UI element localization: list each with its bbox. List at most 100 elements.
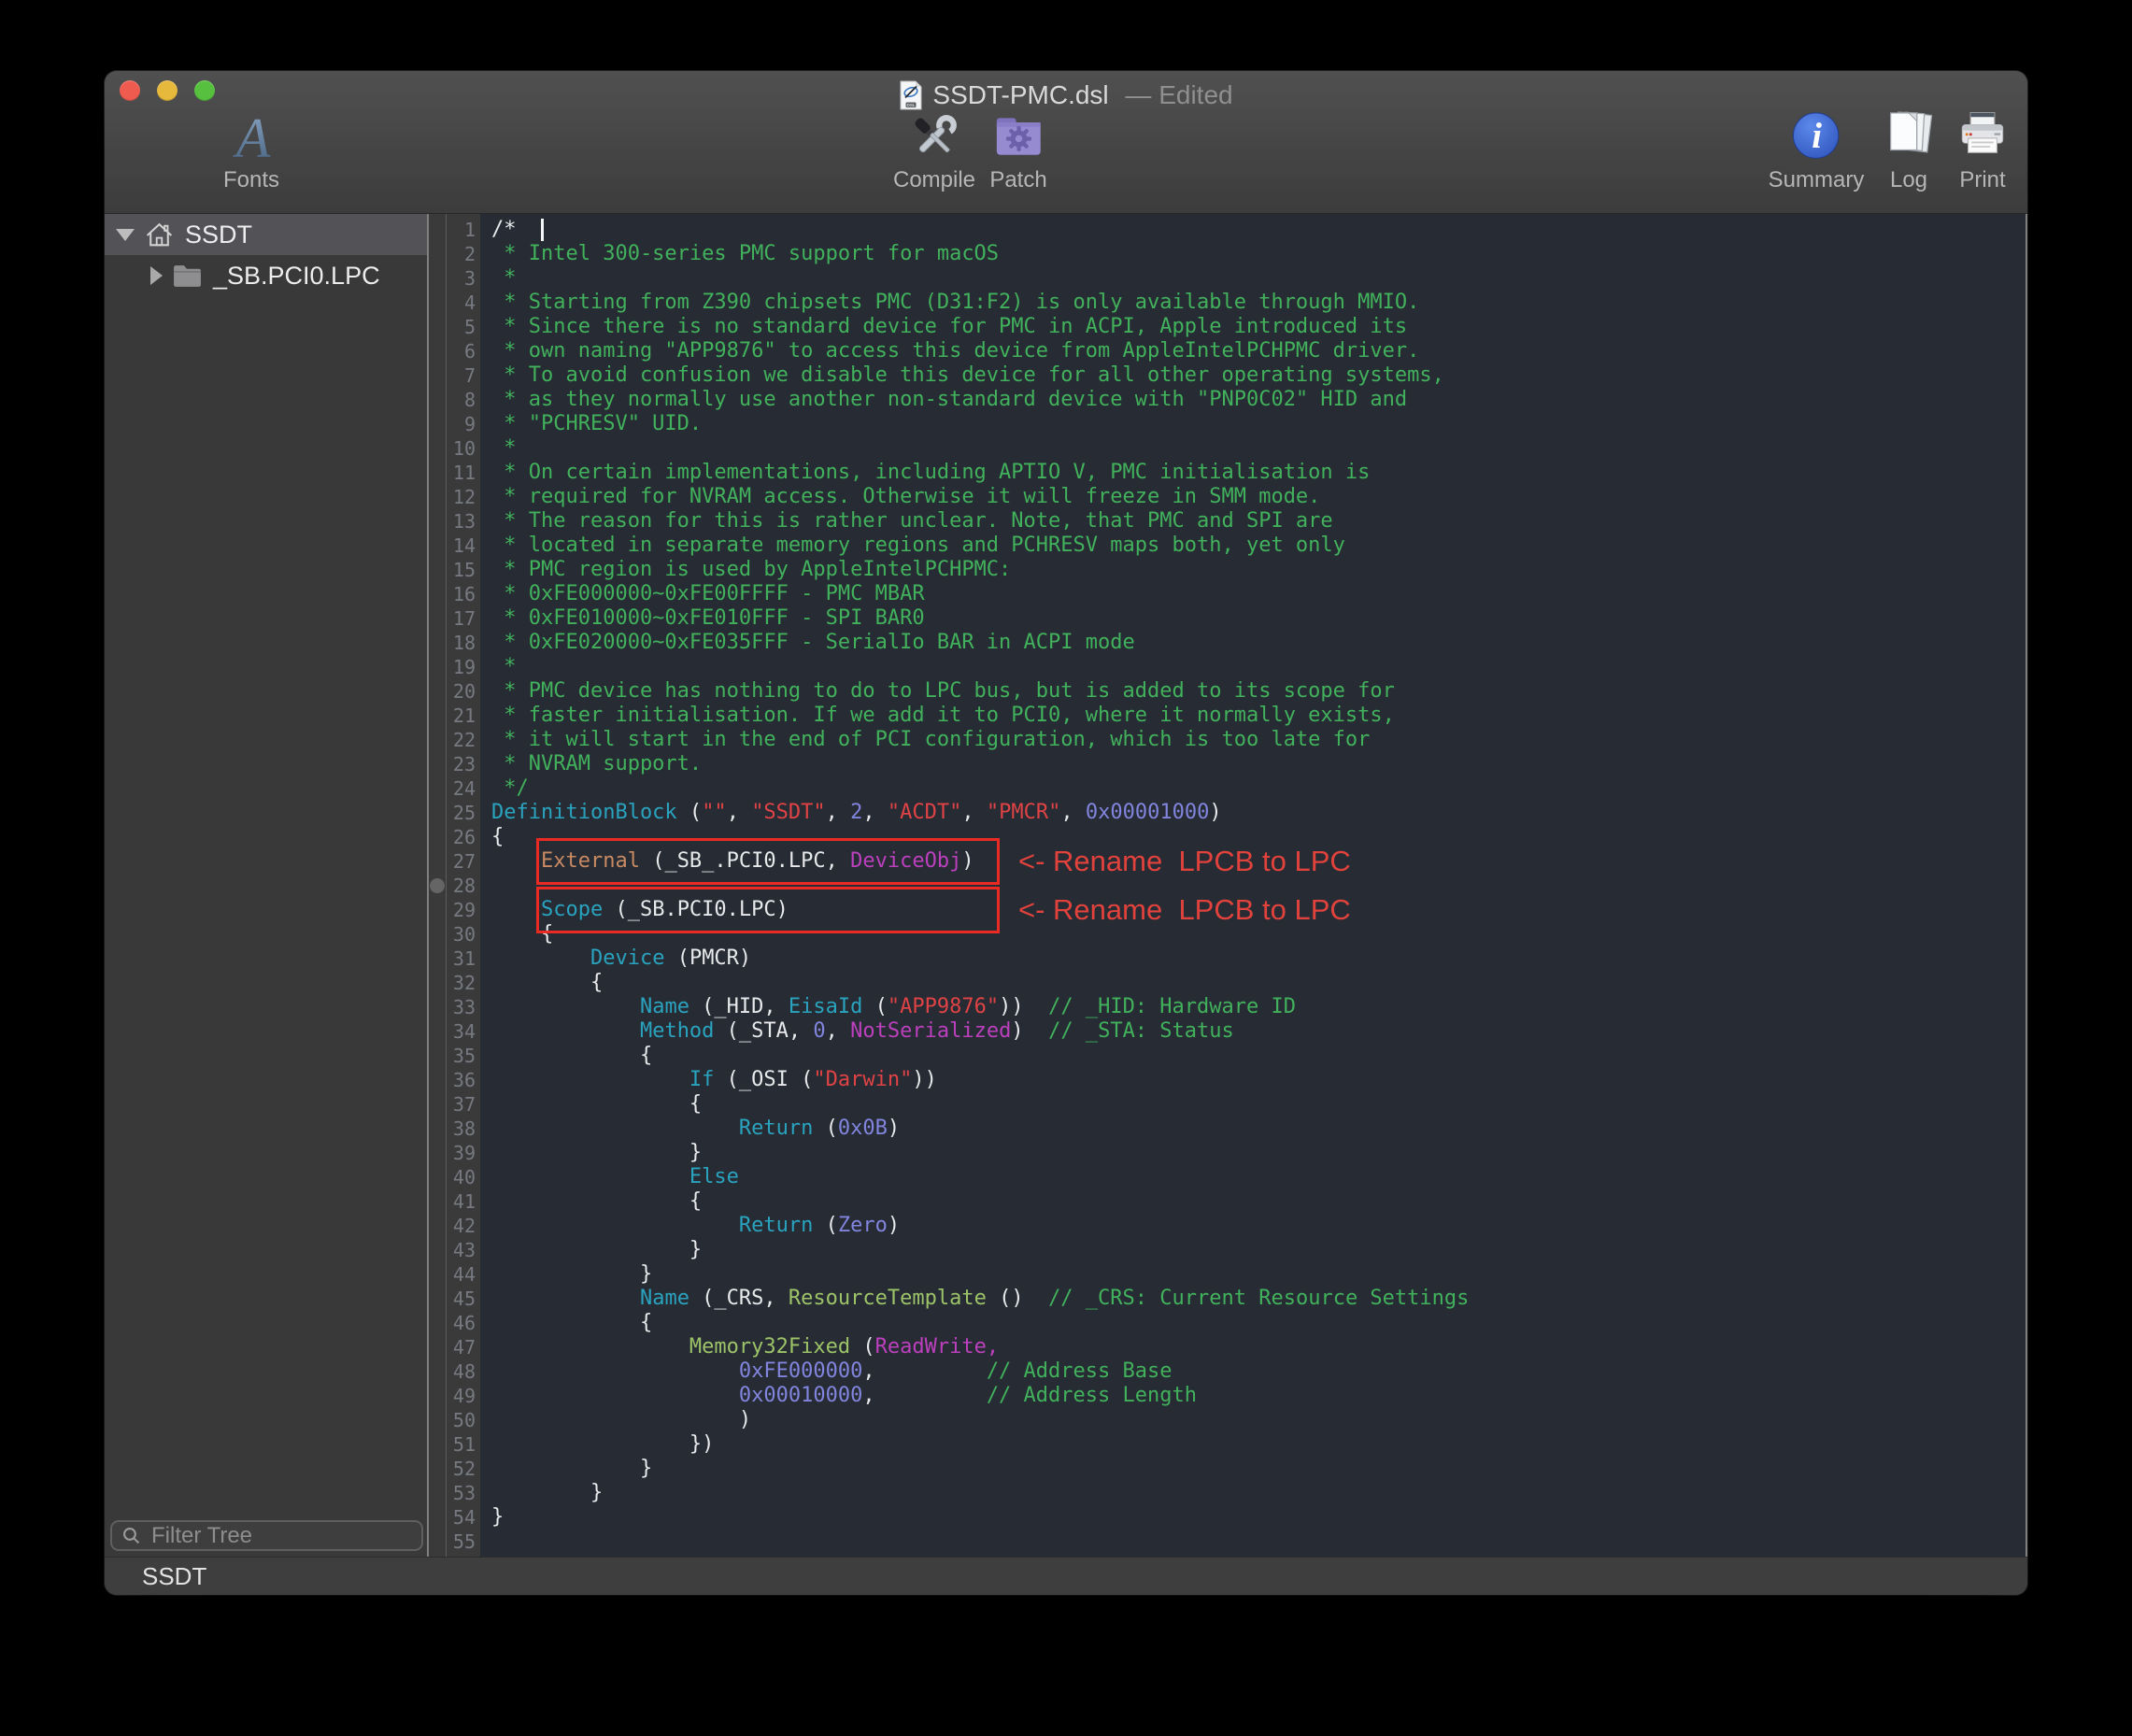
tree-sidebar: SSDT _SB.PCI0.LPC bbox=[105, 214, 427, 1557]
code-line: { bbox=[491, 1092, 2025, 1117]
code-line: } bbox=[491, 1505, 2025, 1530]
line-number: 6 bbox=[447, 339, 480, 363]
disclosure-expanded-icon[interactable] bbox=[116, 229, 135, 241]
code-line: * 0xFE010000~0xFE010FFF - SPI BAR0 bbox=[491, 606, 2025, 631]
code-line: } bbox=[491, 1457, 2025, 1481]
line-number: 8 bbox=[447, 388, 480, 412]
code-line: * PMC region is used by AppleIntelPCHPMC… bbox=[491, 558, 2025, 582]
zoom-button[interactable] bbox=[194, 80, 215, 101]
line-number: 48 bbox=[447, 1359, 480, 1384]
line-number: 28 bbox=[447, 874, 480, 898]
line-number: 35 bbox=[447, 1044, 480, 1068]
title-edited-state: — Edited bbox=[1118, 80, 1233, 110]
sidebar-item-label: SSDT bbox=[185, 221, 252, 249]
search-icon bbox=[121, 1526, 141, 1545]
line-number: 5 bbox=[447, 315, 480, 339]
close-button[interactable] bbox=[120, 80, 140, 101]
line-number: 34 bbox=[447, 1019, 480, 1044]
code-line: * Intel 300-series PMC support for macOS bbox=[491, 242, 2025, 266]
home-icon bbox=[144, 220, 175, 250]
code-line: { bbox=[491, 1311, 2025, 1335]
code-line: ) bbox=[491, 1408, 2025, 1432]
filter-tree-field[interactable] bbox=[110, 1520, 423, 1551]
line-number: 19 bbox=[447, 655, 480, 679]
line-number: 4 bbox=[447, 291, 480, 315]
line-number: 15 bbox=[447, 558, 480, 582]
code-line: * faster initialisation. If we add it to… bbox=[491, 704, 2025, 728]
wrench-screwdriver-icon bbox=[904, 108, 964, 166]
code-line: * On certain implementations, including … bbox=[491, 461, 2025, 485]
line-number: 27 bbox=[447, 849, 480, 874]
minimize-button[interactable] bbox=[157, 80, 178, 101]
line-number: 21 bbox=[447, 704, 480, 728]
code-line: } bbox=[491, 1141, 2025, 1165]
code-line: * bbox=[491, 266, 2025, 291]
print-label: Print bbox=[1959, 168, 2005, 192]
status-scope-label: SSDT bbox=[105, 1562, 206, 1591]
line-number: 31 bbox=[447, 946, 480, 971]
traffic-lights bbox=[120, 80, 215, 101]
patch-label: Patch bbox=[989, 168, 1046, 192]
svg-text:A: A bbox=[233, 110, 271, 164]
code-line: * NVRAM support. bbox=[491, 752, 2025, 776]
line-number: 42 bbox=[447, 1214, 480, 1238]
print-button[interactable]: Print bbox=[1955, 108, 2010, 192]
title-filename: SSDT-PMC.dsl bbox=[932, 80, 1108, 110]
log-button[interactable]: Log bbox=[1882, 108, 1936, 192]
code-line: * PMC device has nothing to do to LPC bu… bbox=[491, 679, 2025, 704]
line-number: 36 bbox=[447, 1068, 480, 1092]
sidebar-item-ssdt[interactable]: SSDT bbox=[105, 214, 427, 255]
line-number: 43 bbox=[447, 1238, 480, 1262]
summary-button[interactable]: i Summary bbox=[1769, 108, 1865, 192]
fonts-button[interactable]: A Fonts bbox=[223, 108, 279, 192]
line-number: 47 bbox=[447, 1335, 480, 1359]
line-number: 29 bbox=[447, 898, 480, 922]
code-area[interactable]: /* * Intel 300-series PMC support for ma… bbox=[480, 214, 2025, 1557]
code-line: Name (_HID, EisaId ("APP9876")) // _HID:… bbox=[491, 995, 2025, 1019]
line-number: 16 bbox=[447, 582, 480, 606]
code-line: * 0xFE020000~0xFE035FFF - SerialIo BAR i… bbox=[491, 631, 2025, 655]
patch-button[interactable]: Patch bbox=[989, 108, 1046, 192]
line-number: 24 bbox=[447, 776, 480, 801]
fonts-label: Fonts bbox=[223, 168, 279, 192]
code-line: * bbox=[491, 436, 2025, 461]
summary-label: Summary bbox=[1769, 168, 1865, 192]
line-number: 45 bbox=[447, 1287, 480, 1311]
line-number: 10 bbox=[447, 436, 480, 461]
log-label: Log bbox=[1890, 168, 1927, 192]
filter-tree-input[interactable] bbox=[149, 1522, 412, 1550]
disclosure-collapsed-icon[interactable] bbox=[150, 266, 163, 285]
marker-gutter bbox=[429, 214, 447, 1557]
line-number: 49 bbox=[447, 1384, 480, 1408]
line-number: 32 bbox=[447, 971, 480, 995]
line-number: 53 bbox=[447, 1481, 480, 1505]
line-number: 51 bbox=[447, 1432, 480, 1457]
stacked-pages-icon bbox=[1882, 108, 1936, 166]
sidebar-item-label: _SB.PCI0.LPC bbox=[213, 262, 380, 291]
code-line: Name (_CRS, ResourceTemplate () // _CRS:… bbox=[491, 1287, 2025, 1311]
svg-text:DSL: DSL bbox=[907, 103, 916, 107]
line-number: 2 bbox=[447, 242, 480, 266]
line-number: 26 bbox=[447, 825, 480, 849]
line-marker-dot bbox=[430, 878, 445, 893]
code-line: * "PCHRESV" UID. bbox=[491, 412, 2025, 436]
line-number: 30 bbox=[447, 922, 480, 946]
code-line: Memory32Fixed (ReadWrite, bbox=[491, 1335, 2025, 1359]
code-line: * Since there is no standard device for … bbox=[491, 315, 2025, 339]
compile-button[interactable]: Compile bbox=[893, 108, 975, 192]
code-line: * 0xFE000000~0xFE00FFFF - PMC MBAR bbox=[491, 582, 2025, 606]
sidebar-item-sb-pci0-lpc[interactable]: _SB.PCI0.LPC bbox=[105, 255, 427, 296]
code-line: Else bbox=[491, 1165, 2025, 1189]
code-line: * as they normally use another non-stand… bbox=[491, 388, 2025, 412]
line-number: 9 bbox=[447, 412, 480, 436]
document-icon: DSL bbox=[899, 80, 923, 110]
line-number: 13 bbox=[447, 509, 480, 534]
line-number: 40 bbox=[447, 1165, 480, 1189]
line-number: 17 bbox=[447, 606, 480, 631]
code-line: } bbox=[491, 1481, 2025, 1505]
printer-icon bbox=[1955, 108, 2010, 166]
annotation-box bbox=[536, 838, 1000, 885]
code-line bbox=[491, 1530, 2025, 1554]
compile-label: Compile bbox=[893, 168, 975, 192]
line-number: 25 bbox=[447, 801, 480, 825]
